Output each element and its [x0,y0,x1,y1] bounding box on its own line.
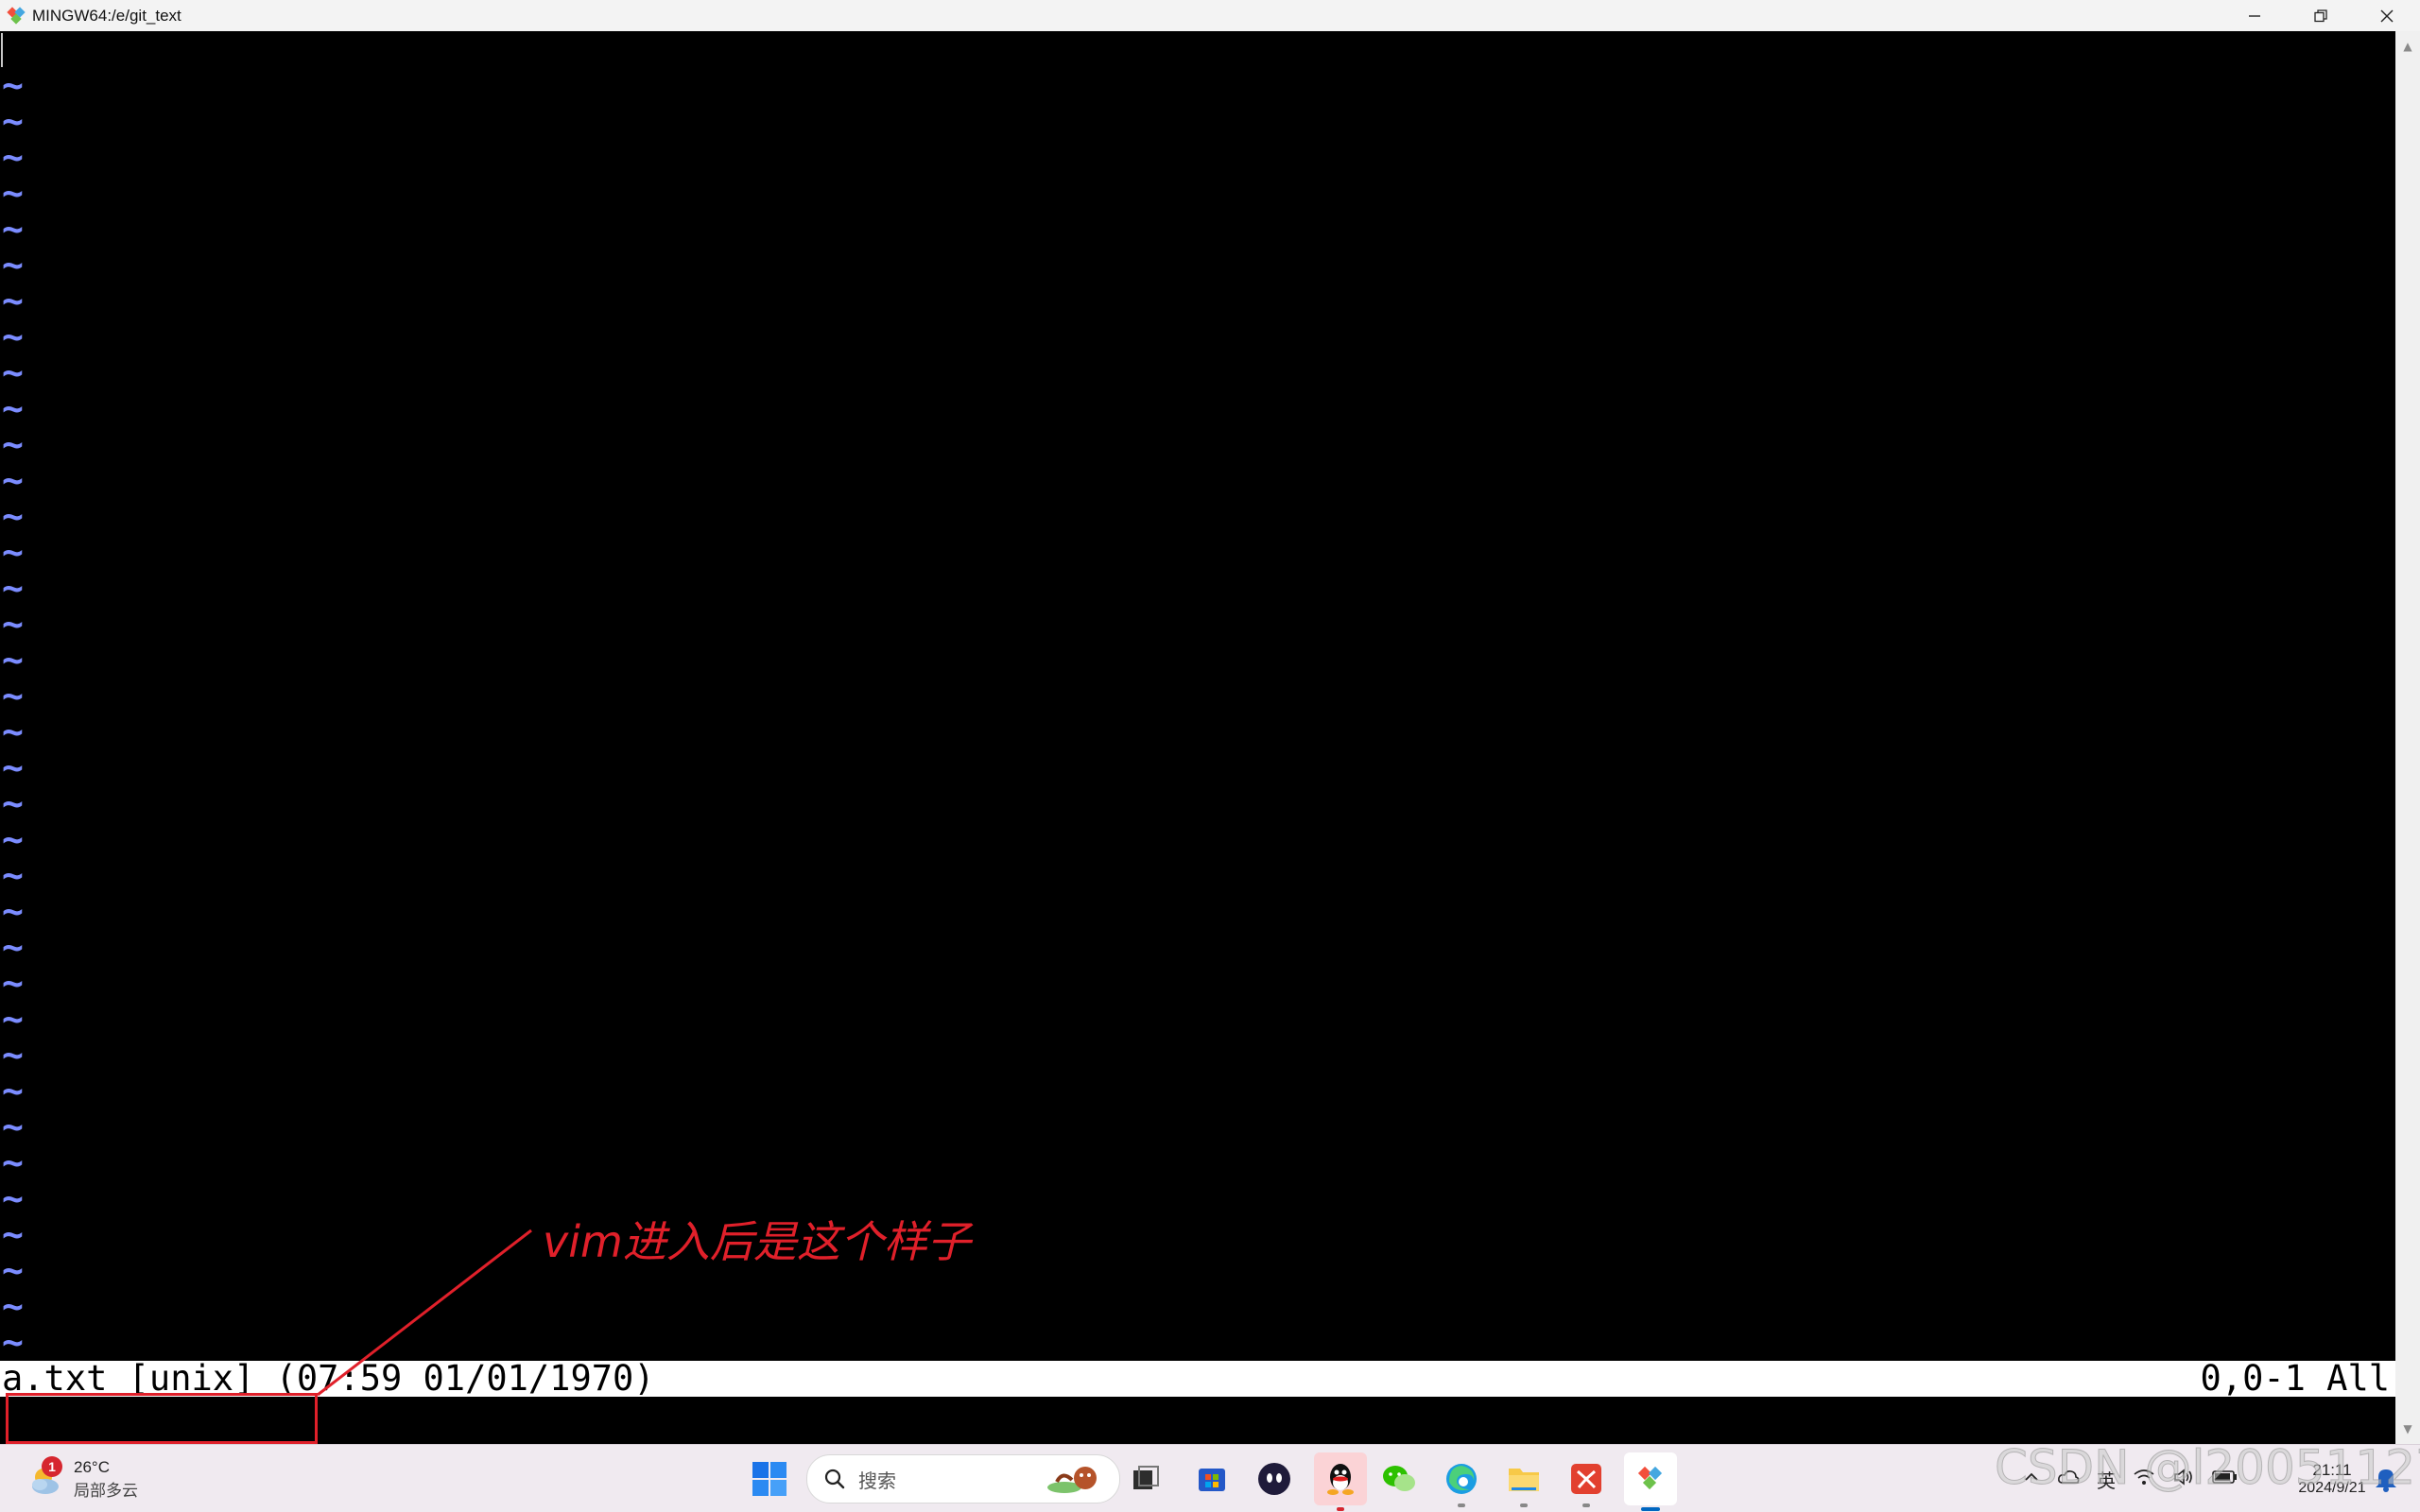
git-icon[interactable] [1624,1452,1677,1511]
search-icon [824,1469,845,1489]
desktop-screen: MINGW64:/e/git_text ~ ~ ~ ~ ~ ~ ~ ~ ~ ~ ~ ~ ~ ~ ~ ~ ~ ~ ~ ~ [0,0,2420,1512]
system-tray: 英 [2023,1458,2238,1500]
notification-badge: 1 [42,1456,62,1477]
task-view-icon[interactable] [1123,1456,1168,1502]
start-icon[interactable] [751,1460,788,1498]
chevron-up-icon[interactable] [2023,1469,2040,1489]
battery-icon[interactable] [2212,1469,2238,1489]
annotation-text: vim进入后是这个样子 [543,1216,971,1267]
weather-icon: 1 [25,1456,66,1500]
search-placeholder: 搜索 [858,1470,896,1492]
weather-widget[interactable]: 1 26°C 局部多云 [25,1454,138,1503]
weather-temperature: 26°C [74,1457,110,1476]
assistant-icon[interactable] [1252,1456,1297,1502]
cloud-sync-icon[interactable] [2057,1468,2080,1490]
annotation-pointer-line [317,1228,532,1397]
volume-icon[interactable] [2172,1468,2195,1490]
edge-icon[interactable] [1439,1456,1484,1507]
file-explorer-icon[interactable] [1501,1456,1547,1507]
clock-date: 2024/9/21 [2298,1480,2366,1496]
weather-description: 局部多云 [74,1481,138,1500]
ime-indicator[interactable]: 英 [2097,1466,2116,1493]
clock-time: 21:11 [2312,1461,2352,1479]
wechat-icon[interactable] [1376,1456,1422,1502]
store-icon[interactable] [1189,1456,1235,1502]
xmind-icon[interactable] [1564,1456,1609,1507]
wifi-icon[interactable] [2133,1468,2155,1490]
search-highlight-image-icon [1047,1467,1097,1493]
qq-icon[interactable] [1314,1452,1367,1511]
notification-bell-icon[interactable] [2371,1464,2401,1494]
windows-taskbar: 1 26°C 局部多云 搜索 英 21:11 2024/9/21 [0,1444,2420,1512]
taskbar-clock[interactable]: 21:11 2024/9/21 [2280,1454,2384,1503]
taskbar-search[interactable]: 搜索 [806,1454,1120,1503]
annotation-highlight-box [6,1393,318,1444]
